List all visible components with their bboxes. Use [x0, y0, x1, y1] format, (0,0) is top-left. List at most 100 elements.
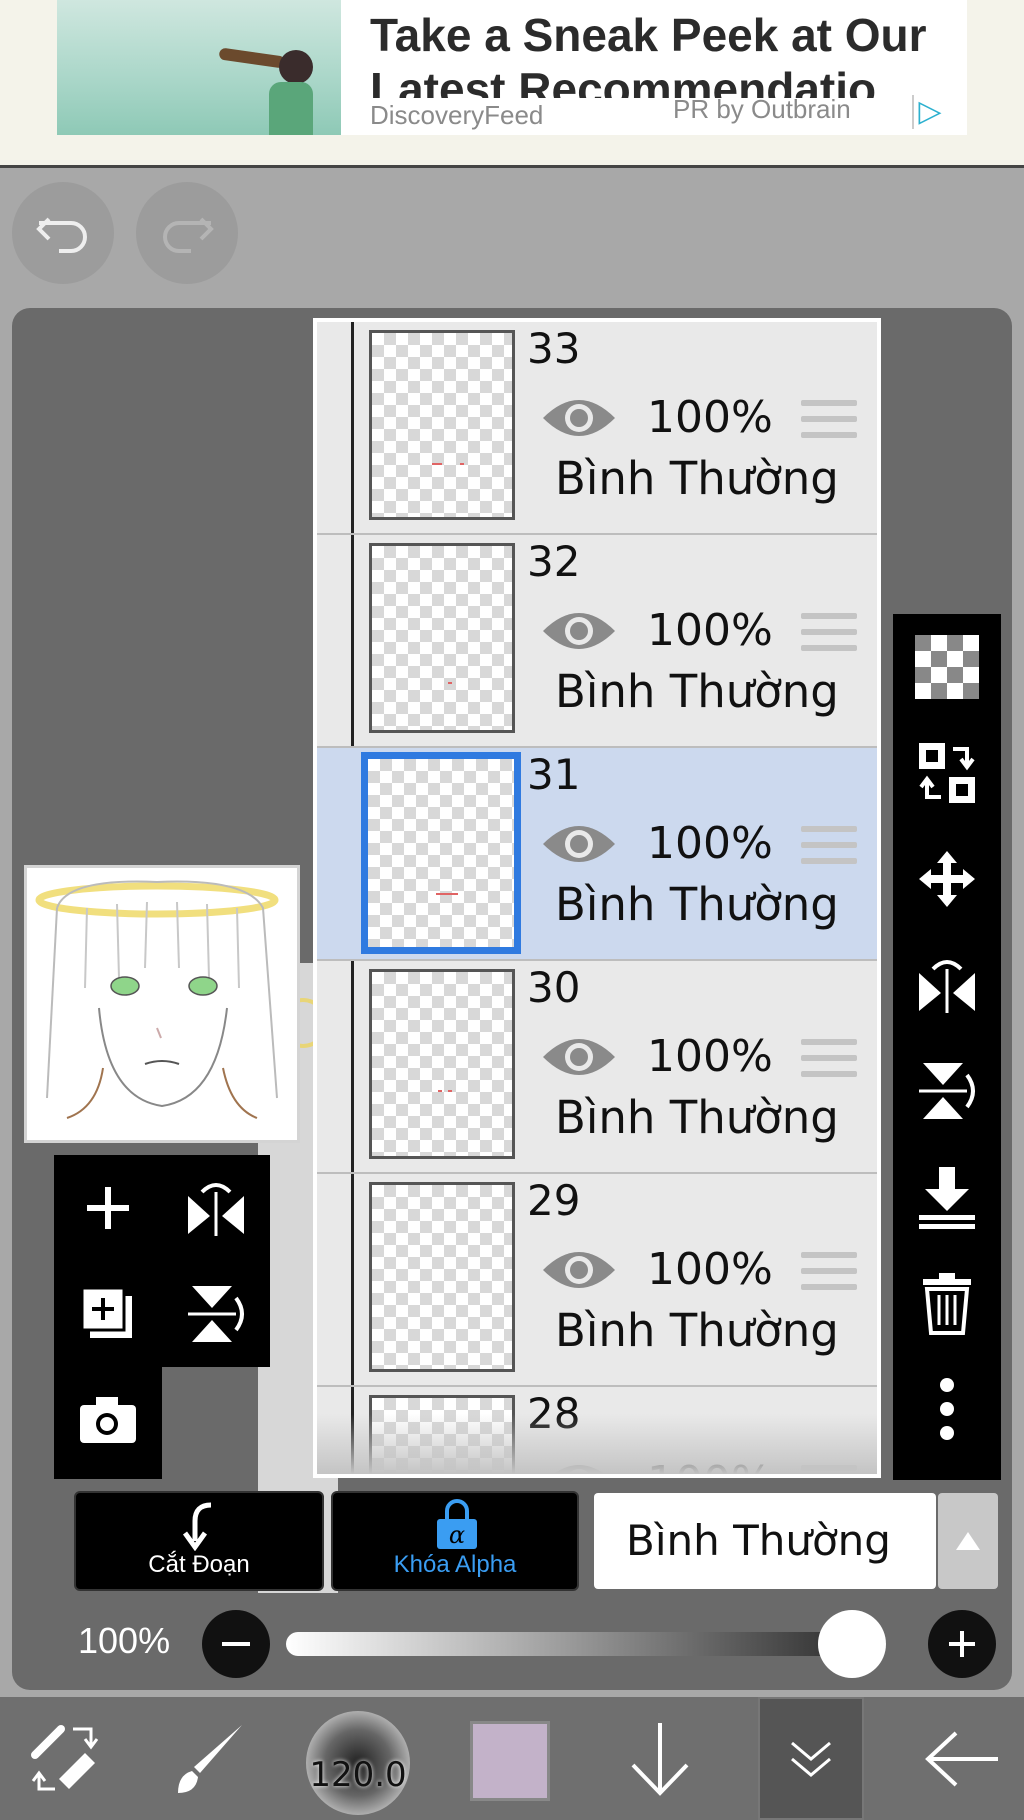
layer-thumbnail-stroke: [448, 1090, 452, 1092]
redo-button[interactable]: [136, 182, 238, 284]
camera-icon: [80, 1397, 136, 1443]
layer-row[interactable]: 29 100% Bình Thường: [317, 1174, 877, 1387]
blend-mode-dropdown-button[interactable]: [938, 1493, 998, 1589]
color-swatch[interactable]: [470, 1721, 550, 1801]
undo-button[interactable]: [12, 182, 114, 284]
eye-icon[interactable]: [541, 390, 617, 446]
layer-row[interactable]: 31 100% Bình Thường: [317, 748, 877, 961]
preview-illustration: [27, 868, 297, 1140]
plus-icon: [949, 1631, 975, 1657]
flip-vertical-icon: [919, 1063, 975, 1119]
ad-title[interactable]: Take a Sneak Peek at Our Latest Recommen…: [370, 8, 960, 98]
layer-thumbnail[interactable]: [369, 330, 515, 520]
right-layer-tools: [893, 614, 1001, 1480]
flip-vertical-button[interactable]: [162, 1261, 270, 1367]
drag-handle-icon[interactable]: [801, 613, 857, 657]
ad-card[interactable]: Take a Sneak Peek at Our Latest Recommen…: [57, 0, 967, 135]
flip-horizontal-icon: [188, 1183, 244, 1236]
eye-icon[interactable]: [541, 1029, 617, 1085]
ad-image[interactable]: [57, 0, 341, 135]
drag-handle-icon[interactable]: [801, 826, 857, 870]
drag-handle-icon[interactable]: [801, 1039, 857, 1083]
transparent-button[interactable]: [893, 614, 1001, 720]
layer-number: 29: [527, 1176, 581, 1225]
flip-layer-horizontal-button[interactable]: [893, 932, 1001, 1038]
clipping-label: Cắt Đoạn: [148, 1551, 250, 1578]
opacity-slider[interactable]: [286, 1632, 886, 1656]
layer-thumbnail[interactable]: [369, 1182, 515, 1372]
layer-row[interactable]: 30 100% Bình Thường: [317, 961, 877, 1174]
layer-thumbnail-stroke: [438, 1090, 442, 1092]
layer-blend-mode: Bình Thường: [555, 665, 839, 718]
flip-vertical-icon: [188, 1286, 244, 1342]
add-layer-icon: [87, 1187, 129, 1229]
clipping-button[interactable]: Cắt Đoạn: [74, 1491, 324, 1591]
left-layer-tools-extra: [54, 1367, 162, 1479]
undo-icon: [36, 217, 87, 253]
ad-person-head: [279, 50, 313, 84]
flip-layer-vertical-button[interactable]: [893, 1038, 1001, 1144]
layer-down-button[interactable]: [610, 1697, 710, 1820]
back-button[interactable]: [900, 1697, 1024, 1820]
merge-down-button[interactable]: [893, 1144, 1001, 1250]
layer-number: 31: [527, 750, 581, 799]
swap-layer-button[interactable]: [893, 720, 1001, 826]
arrow-down-icon: [631, 1722, 689, 1796]
drag-handle-icon[interactable]: [801, 400, 857, 444]
minus-icon: [222, 1642, 250, 1646]
layer-opacity: 100%: [647, 392, 773, 443]
layer-thumbnail-stroke: [432, 463, 442, 465]
layer-opacity: 100%: [647, 605, 773, 656]
arrow-left-icon: [925, 1731, 998, 1786]
layer-number: 32: [527, 537, 581, 586]
drag-handle-icon[interactable]: [801, 1252, 857, 1296]
svg-text:α: α: [449, 1521, 465, 1549]
layer-list-panel[interactable]: 33 100% Bình Thường 32 100% Bình Thường 31 100%…: [313, 318, 881, 1478]
layer-thumbnail[interactable]: [369, 969, 515, 1159]
layer-list[interactable]: 33 100% Bình Thường 32 100% Bình Thường 31 100%…: [317, 322, 877, 1474]
more-icon: [940, 1378, 954, 1440]
brush-tool-button[interactable]: [160, 1697, 260, 1820]
eye-icon[interactable]: [541, 1242, 617, 1298]
layer-blend-mode: Bình Thường: [555, 1304, 839, 1357]
layer-blend-mode: Bình Thường: [555, 878, 839, 931]
layer-row[interactable]: 32 100% Bình Thường: [317, 535, 877, 748]
canvas-preview[interactable]: [24, 865, 300, 1143]
opacity-increase-button[interactable]: [928, 1610, 996, 1678]
adchoices-icon[interactable]: ▷: [912, 95, 946, 129]
brush-icon: [178, 1724, 242, 1793]
tool-switch-button[interactable]: [10, 1697, 120, 1820]
ad-banner[interactable]: Take a Sneak Peek at Our Latest Recommen…: [0, 0, 1024, 168]
alpha-lock-button[interactable]: α Khóa Alpha: [331, 1491, 579, 1591]
add-layer-button[interactable]: [54, 1155, 162, 1261]
move-button[interactable]: [893, 826, 1001, 932]
ad-sponsor[interactable]: PR by Outbrain: [673, 94, 851, 125]
layer-panel-tab[interactable]: [758, 1697, 864, 1820]
opacity-decrease-button[interactable]: [202, 1610, 270, 1678]
alpha-lock-label: Khóa Alpha: [393, 1551, 517, 1578]
camera-button[interactable]: [54, 1367, 162, 1473]
layer-list-fade: [317, 1414, 877, 1474]
clipping-icon: [182, 1502, 212, 1551]
swap-layer-icon: [919, 743, 975, 803]
more-options-button[interactable]: [893, 1356, 1001, 1462]
triangle-up-icon: [956, 1532, 980, 1550]
blend-mode-select[interactable]: Bình Thường: [594, 1493, 936, 1589]
eye-icon[interactable]: [541, 816, 617, 872]
copy-layer-button[interactable]: [54, 1261, 162, 1367]
layer-thumbnail-stroke: [436, 893, 458, 895]
ad-telescope: [218, 47, 286, 69]
layer-opacity: 100%: [647, 1031, 773, 1082]
flip-horizontal-icon: [919, 960, 975, 1013]
layer-thumbnail[interactable]: [369, 543, 515, 733]
layer-thumbnail[interactable]: [361, 752, 521, 954]
flip-horizontal-button[interactable]: [162, 1155, 270, 1261]
delete-layer-button[interactable]: [893, 1250, 1001, 1356]
layer-number: 30: [527, 963, 581, 1012]
brush-size-value: 120.0: [309, 1755, 407, 1795]
layer-row[interactable]: 33 100% Bình Thường: [317, 322, 877, 535]
layer-blend-mode: Bình Thường: [555, 1091, 839, 1144]
opacity-label: 100%: [78, 1620, 171, 1661]
opacity-slider-knob[interactable]: [818, 1610, 886, 1678]
eye-icon[interactable]: [541, 603, 617, 659]
